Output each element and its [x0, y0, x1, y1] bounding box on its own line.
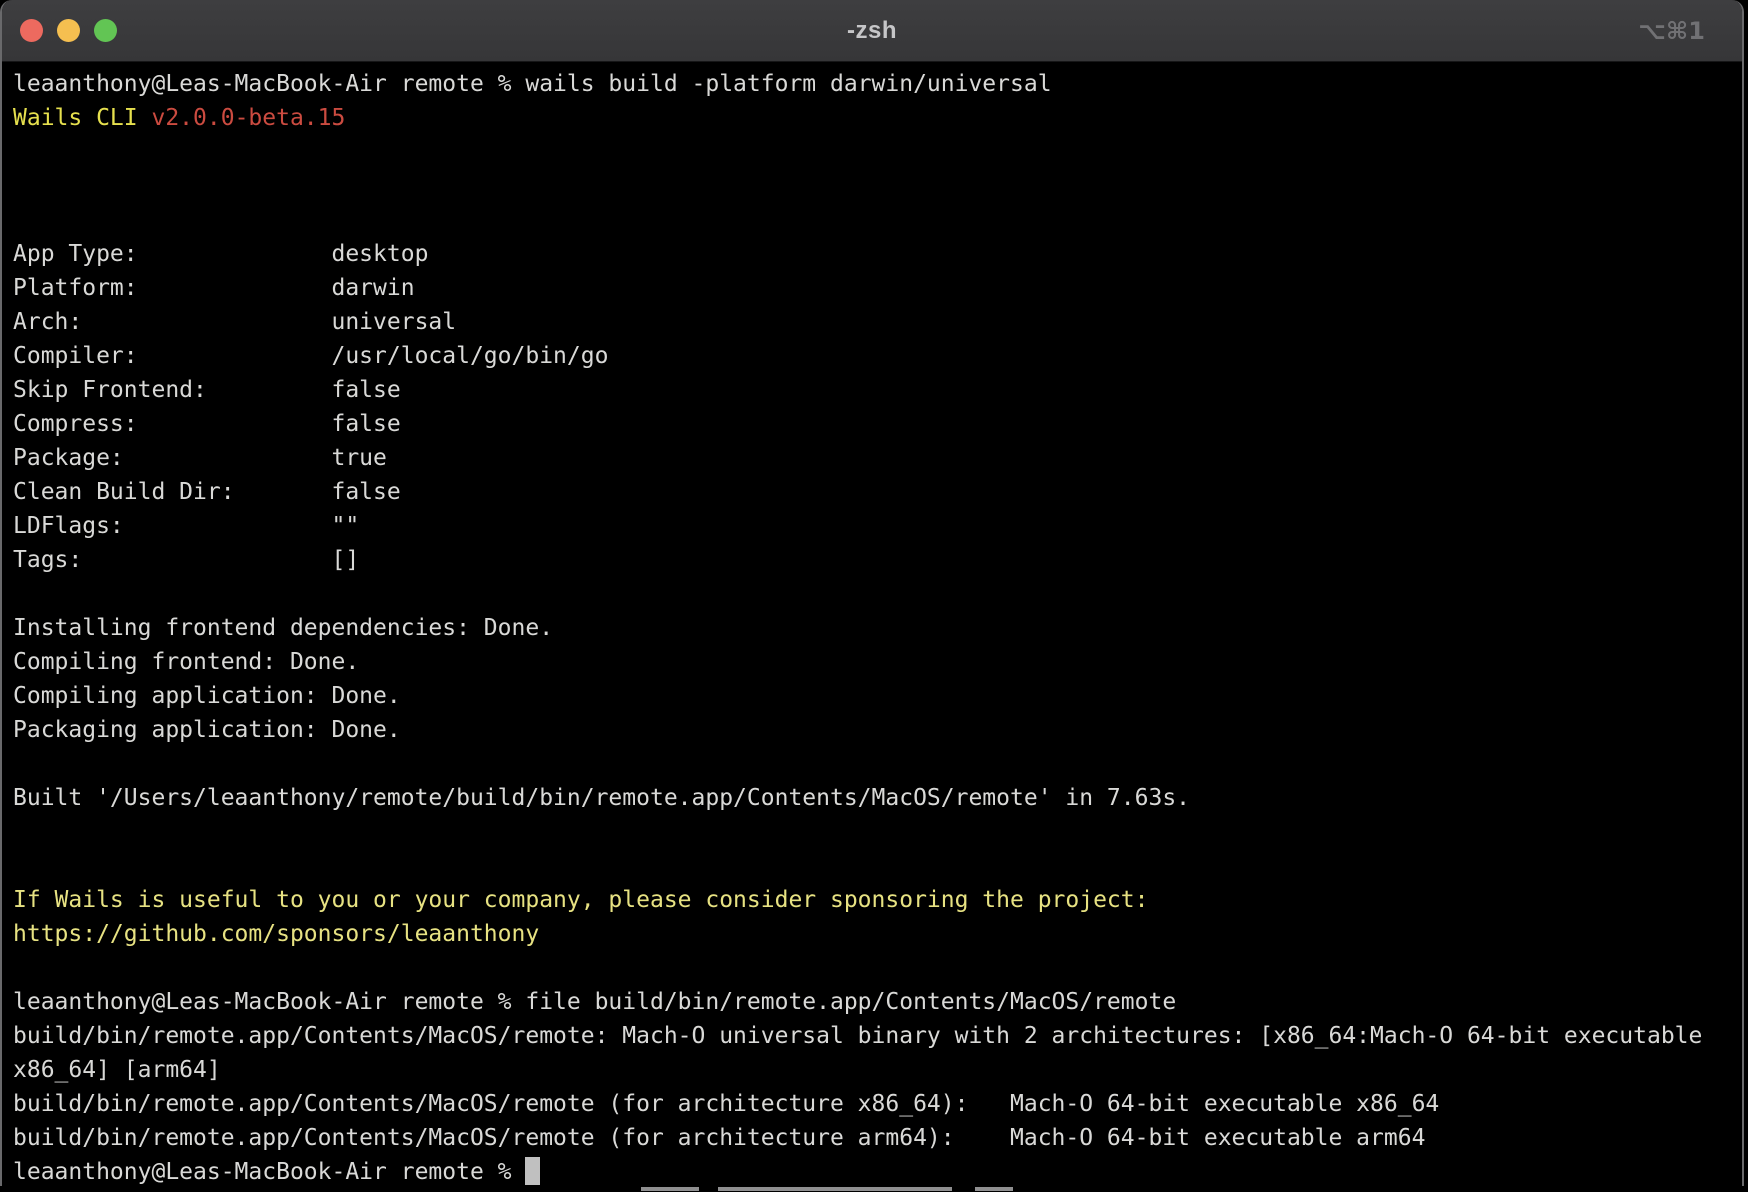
terminal-line: [13, 169, 1734, 203]
zoom-button[interactable]: [94, 19, 117, 42]
terminal-line: [13, 747, 1734, 781]
terminal-text-segment: leaanthony@Leas-MacBook-Air remote % fil…: [13, 989, 1176, 1015]
terminal-line: Platform: darwin: [13, 271, 1734, 305]
terminal-line: x86_64] [arm64]: [13, 1053, 1734, 1087]
traffic-lights: [20, 0, 117, 61]
terminal-text-segment: Platform: darwin: [13, 275, 415, 301]
terminal-text-segment: x86_64] [arm64]: [13, 1057, 221, 1083]
terminal-line: Arch: universal: [13, 305, 1734, 339]
terminal-line: build/bin/remote.app/Contents/MacOS/remo…: [13, 1019, 1734, 1053]
terminal-line: Installing frontend dependencies: Done.: [13, 611, 1734, 645]
terminal-text-segment: Tags: []: [13, 547, 359, 573]
terminal-line: Built '/Users/leaanthony/remote/build/bi…: [13, 781, 1734, 815]
titlebar[interactable]: -zsh ⌥⌘1: [2, 0, 1742, 62]
occluded-window-text-sliver: [0, 1186, 1748, 1192]
terminal-cursor: [525, 1157, 540, 1185]
terminal-line: Wails CLI v2.0.0-beta.15: [13, 101, 1734, 135]
terminal-line: LDFlags: "": [13, 509, 1734, 543]
terminal-line: Compiler: /usr/local/go/bin/go: [13, 339, 1734, 373]
terminal-line: Skip Frontend: false: [13, 373, 1734, 407]
terminal-text-segment: Arch: universal: [13, 309, 456, 335]
terminal-text-segment: build/bin/remote.app/Contents/MacOS/remo…: [13, 1023, 1716, 1049]
terminal-text-segment: App Type: desktop: [13, 241, 428, 267]
terminal-line: Packaging application: Done.: [13, 713, 1734, 747]
terminal-line: leaanthony@Leas-MacBook-Air remote % wai…: [13, 67, 1734, 101]
terminal-text-segment: LDFlags: "": [13, 513, 359, 539]
minimize-button[interactable]: [57, 19, 80, 42]
terminal-text-segment: Compiling frontend: Done.: [13, 649, 359, 675]
terminal-line: Compiling application: Done.: [13, 679, 1734, 713]
terminal-line: build/bin/remote.app/Contents/MacOS/remo…: [13, 1087, 1734, 1121]
terminal-line: [13, 135, 1734, 169]
screen: -zsh ⌥⌘1 leaanthony@Leas-MacBook-Air rem…: [0, 0, 1748, 1192]
terminal-window: -zsh ⌥⌘1 leaanthony@Leas-MacBook-Air rem…: [0, 0, 1744, 1186]
terminal-line: [13, 849, 1734, 883]
terminal-text-segment: Package: true: [13, 445, 387, 471]
terminal-line: build/bin/remote.app/Contents/MacOS/remo…: [13, 1121, 1734, 1155]
terminal-text-segment: v2.0.0-beta.15: [151, 105, 345, 131]
terminal-text-segment: Clean Build Dir: false: [13, 479, 401, 505]
window-shortcut-badge: ⌥⌘1: [1638, 0, 1705, 61]
terminal-line: [13, 815, 1734, 849]
terminal-line: leaanthony@Leas-MacBook-Air remote % fil…: [13, 985, 1734, 1019]
terminal-line: Package: true: [13, 441, 1734, 475]
terminal-text-segment: Compress: false: [13, 411, 401, 437]
terminal-text-segment: build/bin/remote.app/Contents/MacOS/remo…: [13, 1091, 1439, 1117]
terminal-line: [13, 577, 1734, 611]
terminal-text-segment: leaanthony@Leas-MacBook-Air remote % wai…: [13, 71, 1052, 97]
terminal-line: Clean Build Dir: false: [13, 475, 1734, 509]
terminal-text-segment: https://github.com/sponsors/leaanthony: [13, 921, 539, 947]
terminal-text-segment: build/bin/remote.app/Contents/MacOS/remo…: [13, 1125, 1425, 1151]
terminal-text-segment: Packaging application: Done.: [13, 717, 401, 743]
terminal-line: App Type: desktop: [13, 237, 1734, 271]
terminal-line: Compress: false: [13, 407, 1734, 441]
terminal-text-segment: leaanthony@Leas-MacBook-Air remote %: [13, 1159, 525, 1185]
terminal-text-segment: Skip Frontend: false: [13, 377, 401, 403]
terminal-line: [13, 203, 1734, 237]
terminal-line: If Wails is useful to you or your compan…: [13, 883, 1734, 917]
terminal-line: [13, 951, 1734, 985]
terminal-text-segment: Compiler: /usr/local/go/bin/go: [13, 343, 608, 369]
terminal-output[interactable]: leaanthony@Leas-MacBook-Air remote % wai…: [2, 62, 1742, 1186]
terminal-line: https://github.com/sponsors/leaanthony: [13, 917, 1734, 951]
terminal-text-segment: Compiling application: Done.: [13, 683, 401, 709]
terminal-line: Compiling frontend: Done.: [13, 645, 1734, 679]
terminal-text-segment: Installing frontend dependencies: Done.: [13, 615, 553, 641]
terminal-text-segment: Built '/Users/leaanthony/remote/build/bi…: [13, 785, 1190, 811]
close-button[interactable]: [20, 19, 43, 42]
window-title: -zsh: [847, 17, 897, 45]
terminal-line: Tags: []: [13, 543, 1734, 577]
terminal-line: leaanthony@Leas-MacBook-Air remote %: [13, 1155, 1734, 1186]
terminal-text-segment: Wails CLI: [13, 105, 151, 131]
terminal-text-segment: If Wails is useful to you or your compan…: [13, 887, 1148, 913]
